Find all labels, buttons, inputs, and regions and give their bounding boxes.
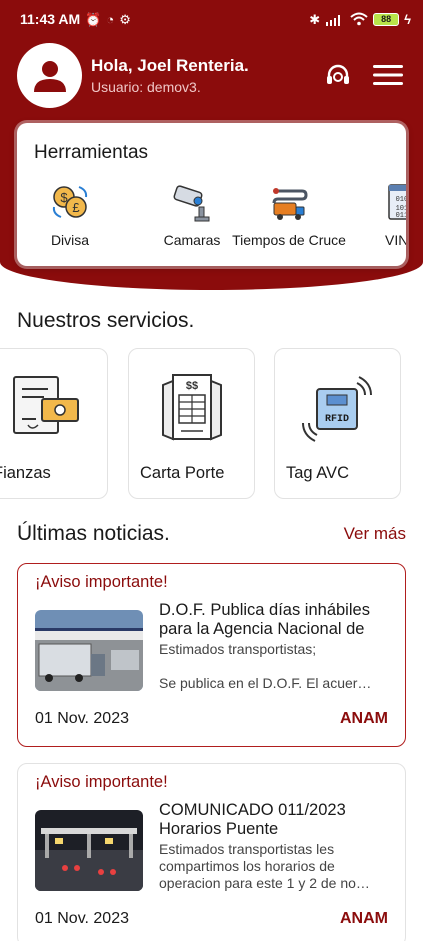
news-source: ANAM xyxy=(340,910,388,927)
avatar[interactable] xyxy=(17,43,82,108)
vin-decoder-icon: 0101 1010 0110 xyxy=(388,184,406,220)
status-bar: 11:43 AM ⏰ ◔ ⚙ ✱ 88 ϟ xyxy=(0,0,423,38)
news-thumbnail xyxy=(35,810,143,891)
alarm-icon: ⏰ xyxy=(85,11,102,27)
headset-icon xyxy=(327,64,349,84)
greeting-text: Hola, Joel Renteria. xyxy=(91,56,249,75)
tools-carousel[interactable]: $ £ Divisa Camaras Tiempos de Cruce 01 1… xyxy=(17,181,406,261)
service-card-tag-avc[interactable]: RFID Tag AVC xyxy=(274,348,401,499)
tool-divisa[interactable]: $ £ Divisa xyxy=(50,181,90,248)
user-profile[interactable]: Hola, Joel Renteria. Usuario: demov3. xyxy=(17,43,249,108)
services-carousel[interactable]: Fianzas $$ Carta Porte RFID Tag AVC xyxy=(0,348,423,500)
security-camera-icon xyxy=(173,185,210,222)
tool-camaras[interactable]: Camaras xyxy=(164,181,220,248)
news-headline: D.O.F. Publica días inhábiles para la Ag… xyxy=(159,601,370,638)
signal-icon xyxy=(326,14,341,26)
news-tag: ¡Aviso importante! xyxy=(35,573,168,591)
hamburger-menu-icon xyxy=(373,65,403,85)
tool-tiempos-de-cruce[interactable]: Tiempos de Cruce xyxy=(229,181,349,248)
news-title: Últimas noticias. xyxy=(17,522,170,545)
svg-text:0101: 0101 xyxy=(396,196,406,204)
tool-label: Tiempos de Cruce xyxy=(232,232,346,248)
news-headline: COMUNICADO 011/2023 Horarios Puente xyxy=(159,801,346,838)
tools-title: Herramientas xyxy=(34,142,149,163)
svg-text:£: £ xyxy=(72,200,80,215)
tool-label: Camaras xyxy=(163,232,221,248)
user-icon xyxy=(33,60,66,92)
invoice-icon: $$ xyxy=(162,374,222,441)
battery-icon: 88 xyxy=(373,12,400,26)
news-thumbnail xyxy=(35,610,143,691)
menu-button[interactable] xyxy=(373,60,403,90)
bluetooth-icon: ✱ xyxy=(309,11,321,27)
wifi-icon xyxy=(350,12,368,26)
svg-text:0110: 0110 xyxy=(396,212,406,220)
news-source: ANAM xyxy=(340,710,388,727)
tools-card: Herramientas $ £ Divisa Camaras Tiempos … xyxy=(17,123,406,266)
tool-label: VIN De xyxy=(385,232,406,248)
support-button[interactable] xyxy=(323,60,353,90)
status-time: 11:43 AM xyxy=(20,11,81,27)
currency-exchange-icon: $ £ xyxy=(52,186,88,218)
svg-text:$$: $$ xyxy=(186,380,198,392)
service-card-fianzas[interactable]: Fianzas xyxy=(0,348,108,499)
news-card[interactable]: ¡Aviso importante! COMUNICADO 011/2023 H… xyxy=(17,763,406,941)
news-date: 01 Nov. 2023 xyxy=(35,910,129,927)
tool-label: Divisa xyxy=(50,232,90,248)
service-label: Carta Porte xyxy=(140,464,225,482)
service-label: Fianzas xyxy=(0,464,51,482)
services-title: Nuestros servicios. xyxy=(17,309,195,332)
news-card[interactable]: ¡Aviso importante! D.O.F. Publica días i… xyxy=(17,563,406,747)
svg-text:RFID: RFID xyxy=(325,414,349,425)
see-more-link[interactable]: Ver más xyxy=(344,524,406,544)
whatsapp-icon: ◔ xyxy=(106,11,115,27)
charging-icon: ϟ xyxy=(404,11,411,27)
night-border-photo xyxy=(35,810,143,891)
tool-vin-decoder[interactable]: 0101 1010 0110 VIN De xyxy=(385,181,406,248)
username-text: Usuario: demov3. xyxy=(91,79,201,95)
news-tag: ¡Aviso importante! xyxy=(35,773,168,791)
news-date: 01 Nov. 2023 xyxy=(35,710,129,727)
border-crossing-photo xyxy=(35,610,143,691)
rfid-tag-icon: RFID xyxy=(302,376,372,442)
truck-route-icon xyxy=(272,188,308,220)
service-label: Tag AVC xyxy=(286,464,349,482)
service-card-carta-porte[interactable]: $$ Carta Porte xyxy=(128,348,255,499)
news-summary: Estimados transportistas les compartimos… xyxy=(159,841,370,891)
settings-notification-icon: ⚙ xyxy=(119,11,131,27)
bond-document-icon xyxy=(13,376,79,434)
news-summary: Estimados transportistas; Se publica en … xyxy=(159,641,372,691)
